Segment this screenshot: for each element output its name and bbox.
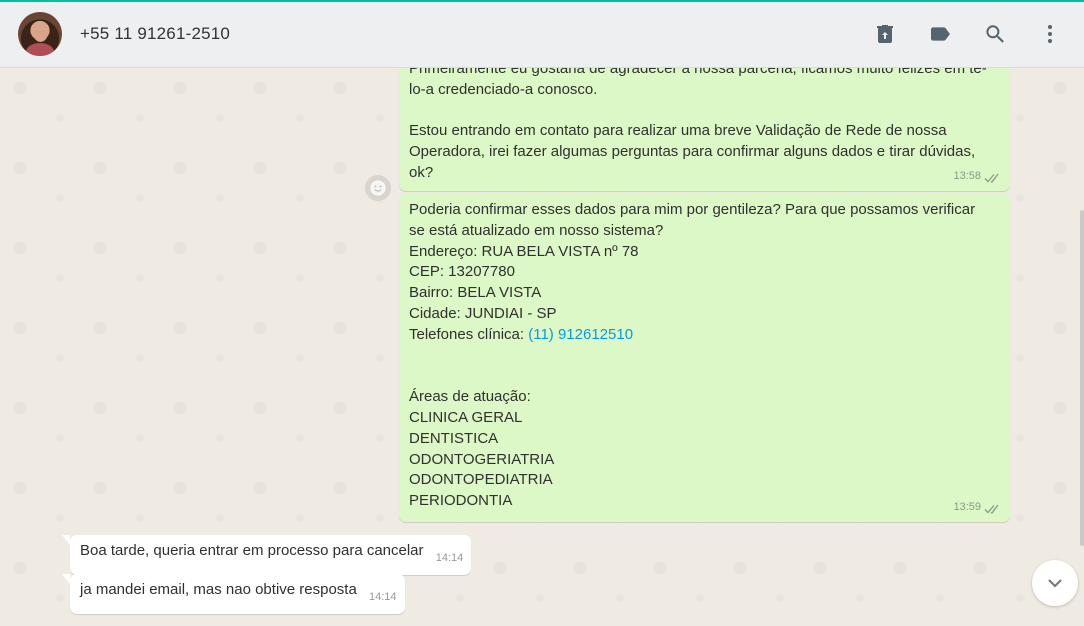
message-line: Endereço: RUA BELA VISTA nº 78: [409, 242, 639, 260]
scrollbar[interactable]: [1080, 210, 1084, 546]
message-meta: 13:58: [953, 166, 1002, 187]
message-text: ja mandei email, mas nao obtive resposta: [80, 581, 357, 598]
react-emoji-icon[interactable]: [365, 175, 391, 201]
area-item: DENTISTICA: [409, 429, 499, 447]
message-line: Cidade: JUNDIAI - SP: [409, 304, 557, 322]
delete-icon[interactable]: [873, 22, 897, 46]
message-line: lo-a credenciado-a conosco.: [409, 80, 598, 98]
phone-link[interactable]: (11) 912612510: [528, 326, 633, 343]
message-time: 14:14: [368, 591, 397, 603]
label-icon[interactable]: [928, 22, 952, 46]
message-text: Boa tarde, queria entrar em processo par…: [80, 542, 424, 559]
area-item: CLINICA GERAL: [409, 408, 523, 426]
message-meta: 13:59: [953, 497, 1002, 518]
message-bubble-incoming[interactable]: Boa tarde, queria entrar em processo par…: [61, 535, 472, 575]
message-bubble-outgoing[interactable]: Primeiramente eu gostaria de agradecer a…: [399, 68, 1010, 191]
message-line: Primeiramente eu gostaria de agradecer a…: [409, 68, 987, 77]
areas-title: Áreas de atuação:: [409, 388, 531, 406]
message-line: Estou entrando em contato para realizar …: [409, 122, 947, 140]
chat-header: +55 11 91261-2510: [0, 2, 1084, 68]
message-meta: 14:14: [436, 548, 464, 569]
message-line: Poderia confirmar esses dados para mim p…: [409, 201, 976, 218]
message-meta: 14:14: [369, 587, 397, 608]
message-time: 13:59: [953, 501, 981, 514]
message-bubble-incoming[interactable]: ja mandei email, mas nao obtive resposta…: [62, 574, 405, 614]
chat-panel[interactable]: Primeiramente eu gostaria de agradecer a…: [0, 68, 1084, 626]
message-line: ok?: [409, 163, 434, 181]
message-line: Bairro: BELA VISTA: [409, 284, 542, 302]
double-check-icon: [984, 171, 1002, 183]
message-line: se está atualizado em nosso sistema?: [409, 221, 664, 239]
message-time: 13:58: [953, 170, 981, 183]
area-item: PERIODONTIA: [409, 492, 513, 510]
message-line: CEP: 13207780: [409, 263, 515, 281]
message-time: 14:14: [435, 552, 464, 564]
double-check-icon: [984, 502, 1002, 514]
menu-icon[interactable]: [1038, 22, 1062, 46]
message-line: Operadora, irei fazer algumas perguntas …: [409, 143, 976, 161]
search-icon[interactable]: [983, 22, 1007, 46]
message-line: [409, 101, 1000, 122]
area-item: ODONTOGERIATRIA: [409, 450, 555, 468]
area-item: ODONTOPEDIATRIA: [409, 471, 553, 489]
phone-line: Telefones clínica: (11) 912612510: [409, 325, 1000, 346]
phone-label: Telefones clínica:: [409, 325, 529, 343]
message-bubble-outgoing[interactable]: Poderia confirmar esses dados para mim p…: [399, 194, 1010, 522]
scroll-down-button[interactable]: [1032, 560, 1078, 606]
chevron-down-icon: [1048, 579, 1062, 588]
avatar[interactable]: [18, 12, 62, 56]
contact-name[interactable]: +55 11 91261-2510: [80, 24, 230, 44]
